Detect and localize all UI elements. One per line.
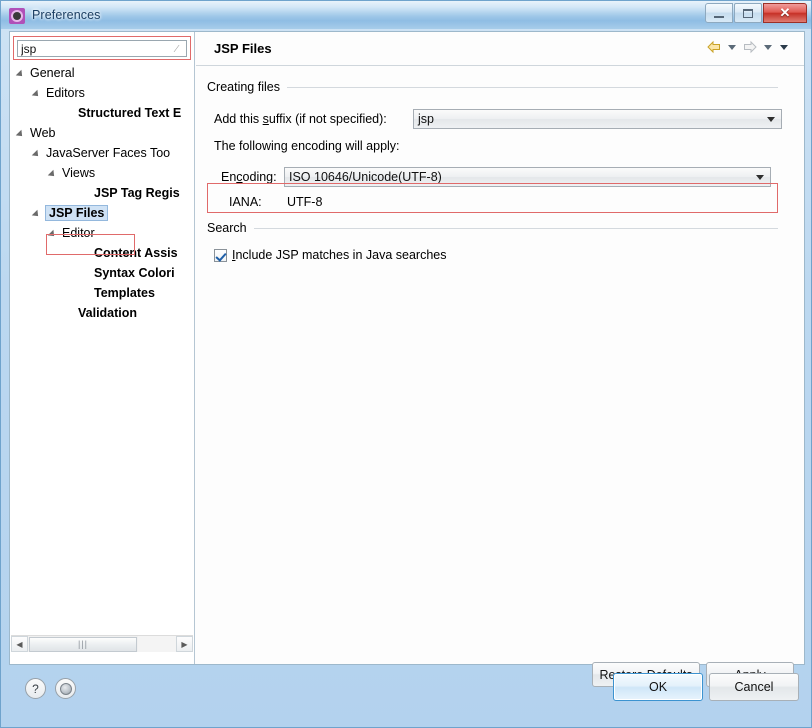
ok-button[interactable]: OK [613, 673, 703, 701]
creating-files-group: Creating files Add this suffix (if not s… [207, 80, 782, 214]
iana-label: IANA: [229, 195, 262, 209]
tree-horizontal-scrollbar[interactable]: ◀ ||| ▶ [11, 635, 193, 652]
scrollbar-thumb[interactable]: ||| [29, 636, 137, 652]
creating-files-group-body: Add this suffix (if not specified): jsp … [207, 94, 782, 214]
include-jsp-matches-row[interactable]: Include JSP matches in Java searches [214, 248, 446, 262]
tree-item-label: JavaServer Faces Too [46, 146, 171, 160]
suffix-combo[interactable]: jsp [413, 109, 782, 129]
tree-item-label: General [30, 66, 75, 80]
help-icon[interactable]: ? [25, 678, 46, 699]
search-group-body: Include JSP matches in Java searches [207, 235, 778, 275]
iana-value: UTF-8 [287, 195, 323, 209]
search-input[interactable] [18, 41, 158, 56]
search-group-header: Search [207, 221, 778, 235]
tree-item-label: Syntax Colori [94, 266, 175, 280]
title-bar: Preferences ✕ [1, 1, 811, 29]
view-menu-icon[interactable] [780, 44, 788, 50]
suffix-label: Add this suffix (if not specified): [214, 112, 387, 126]
page-header: JSP Files [196, 32, 804, 66]
tree-item-validation[interactable]: Validation [10, 303, 194, 323]
tree-item-label: Views [62, 166, 96, 180]
tree-item-jsp-files[interactable]: JSP Files [10, 203, 194, 223]
encoding-label-row: Encoding: [221, 170, 277, 184]
tree-item-syntax-colori[interactable]: Syntax Colori [10, 263, 194, 283]
tree-item-label: Editor [62, 226, 95, 240]
scroll-left-arrow-icon[interactable]: ◀ [11, 636, 28, 652]
tree-item-jsp-tag-regis[interactable]: JSP Tag Regis [10, 183, 194, 203]
suffix-row: Add this suffix (if not specified): [214, 112, 387, 126]
forward-history-chevron-down-icon[interactable] [764, 44, 772, 50]
tree-item-label: Web [30, 126, 56, 140]
expand-arrow-icon[interactable] [50, 229, 59, 238]
preferences-window: Preferences ✕ ⁄ General Editors Structured… [0, 0, 812, 728]
encoding-label: Encoding: [221, 170, 277, 184]
chevron-down-icon[interactable] [756, 175, 764, 180]
web-link-icon[interactable] [55, 678, 76, 699]
tree-item-editor[interactable]: Editor [10, 223, 194, 243]
page-nav-icons [706, 40, 790, 54]
scroll-right-arrow-icon[interactable]: ▶ [176, 636, 193, 652]
dialog-body: ⁄ General Editors Structured Text E Web Java… [9, 31, 805, 687]
encoding-combo-value: ISO 10646/Unicode(UTF-8) [289, 170, 442, 184]
encoding-note: The following encoding will apply: [214, 139, 400, 153]
scrollbar-track[interactable] [138, 636, 176, 652]
include-jsp-matches-checkbox[interactable] [214, 248, 227, 262]
expand-arrow-icon[interactable] [34, 209, 43, 218]
tree-item-views[interactable]: Views [10, 163, 194, 183]
minimize-button[interactable] [705, 3, 733, 23]
page-title: JSP Files [214, 41, 272, 56]
clear-filter-icon[interactable]: ⁄ [170, 43, 183, 56]
filter-annotation-box: ⁄ [13, 36, 191, 60]
tree-item-label: Editors [46, 86, 85, 100]
preferences-gear-icon [9, 7, 25, 24]
expand-arrow-icon[interactable] [18, 69, 27, 78]
tree-item-label: JSP Files [45, 205, 109, 221]
tree-item-label: JSP Tag Regis [94, 186, 180, 200]
expand-arrow-icon[interactable] [34, 149, 43, 158]
preference-page-panel: JSP Files Creating files Add this suffix… [196, 32, 804, 687]
tree-item-javaserver-faces-too[interactable]: JavaServer Faces Too [10, 143, 194, 163]
group-title: Search [207, 221, 247, 235]
tree-item-web[interactable]: Web [10, 123, 194, 143]
tree-item-structured-text-e[interactable]: Structured Text E [10, 103, 194, 123]
back-history-chevron-down-icon[interactable] [728, 44, 736, 50]
suffix-combo-value: jsp [418, 112, 434, 126]
forward-arrow-icon [742, 40, 758, 54]
group-divider [253, 227, 778, 229]
dialog-footer: ? OK Cancel [9, 665, 805, 713]
tree-item-editors[interactable]: Editors [10, 83, 194, 103]
filter-field-wrapper[interactable]: ⁄ [17, 40, 187, 57]
creating-files-group-header: Creating files [207, 80, 778, 94]
preferences-tree-panel: ⁄ General Editors Structured Text E Web Java… [10, 32, 195, 664]
tree-item-content-assis[interactable]: Content Assis [10, 243, 194, 263]
cancel-button[interactable]: Cancel [709, 673, 799, 701]
tree-item-label: Content Assis [94, 246, 178, 260]
maximize-button[interactable] [734, 3, 762, 23]
group-title: Creating files [207, 80, 280, 94]
include-jsp-matches-label: Include JSP matches in Java searches [232, 248, 447, 262]
window-title: Preferences [32, 8, 101, 22]
close-button[interactable]: ✕ [763, 3, 807, 23]
encoding-combo[interactable]: ISO 10646/Unicode(UTF-8) [284, 167, 771, 187]
tree-item-label: Validation [78, 306, 138, 320]
back-arrow-icon[interactable] [706, 40, 722, 54]
chevron-down-icon[interactable] [767, 117, 775, 122]
group-divider [286, 86, 778, 88]
page-content: Creating files Add this suffix (if not s… [196, 66, 804, 687]
tree-item-label: Templates [94, 286, 155, 300]
search-group: Search Include JSP matches in Java searc… [207, 221, 778, 275]
tree-item-general[interactable]: General [10, 63, 194, 83]
expand-arrow-icon[interactable] [18, 129, 27, 138]
expand-arrow-icon[interactable] [34, 89, 43, 98]
preferences-tree[interactable]: General Editors Structured Text E Web JavaSe… [10, 63, 194, 631]
tree-item-label: Structured Text E [78, 106, 182, 120]
tree-item-templates[interactable]: Templates [10, 283, 194, 303]
expand-arrow-icon[interactable] [50, 169, 59, 178]
window-controls: ✕ [704, 3, 807, 23]
